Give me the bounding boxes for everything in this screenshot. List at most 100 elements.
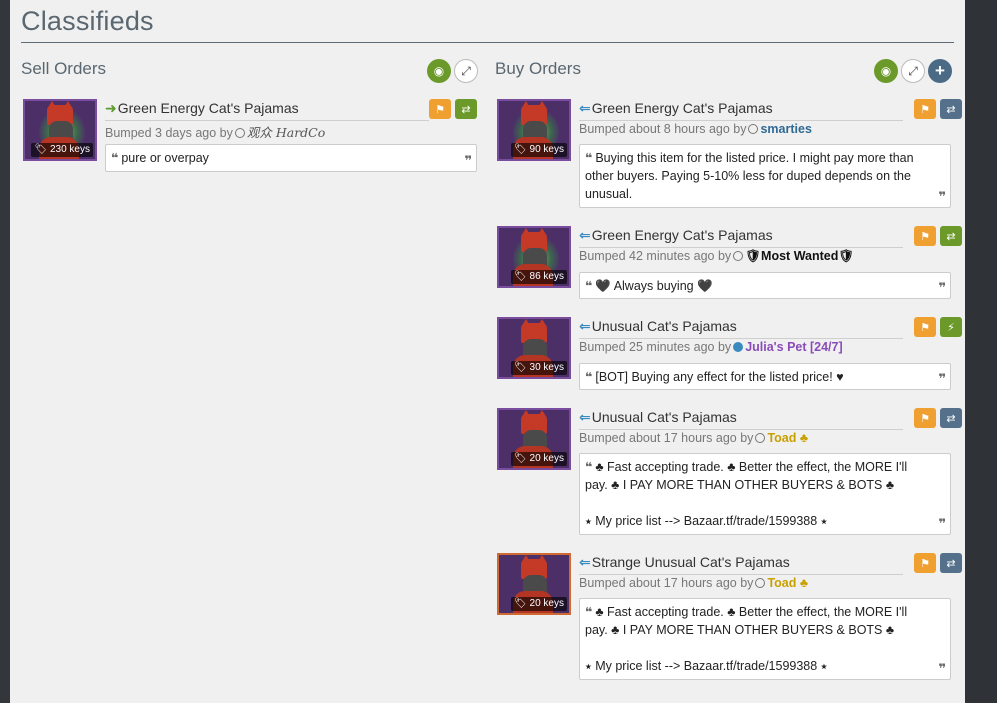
toggle-visibility-sell-button[interactable]: ◉ [427, 59, 451, 83]
tag-icon: 🏷 [514, 144, 527, 155]
expand-icon: ⤢ [461, 63, 471, 78]
trade-button[interactable]: ⇄ [940, 99, 962, 119]
swap-icon: ⇄ [946, 230, 956, 243]
swap-icon: ⇄ [461, 103, 471, 116]
listing-message: ❝ ♣ Fast accepting trade. ♣ Better the ef… [579, 598, 951, 680]
tag-icon: 🏷 [514, 598, 527, 609]
item-title[interactable]: ⇐Green Energy Cat's Pajamas [579, 227, 773, 244]
title-divider [21, 42, 954, 43]
tag-icon: 🏷 [514, 453, 527, 464]
status-dot-icon [748, 124, 759, 134]
bump-info: Bumped about 17 hours ago by Toad ♣ [579, 431, 809, 445]
buy-listing[interactable]: 🏷 86 keys ⇐Green Energy Cat's Pajamas ⚑ … [497, 226, 962, 301]
buy-orders-heading: Buy Orders [495, 59, 581, 78]
item-thumbnail[interactable]: 🏷 90 keys [497, 99, 571, 161]
price-tag: 🏷 30 keys [511, 361, 567, 375]
page-title: Classifieds [21, 6, 154, 36]
quote-close-icon: ❞ [938, 189, 946, 204]
quote-open-icon: ❝ [111, 151, 119, 165]
bump-info: Bumped 25 minutes ago by Julia's Pet [24/… [579, 340, 843, 354]
report-button[interactable]: ⚑ [914, 553, 936, 573]
listing-message: ❝ ♣ Fast accepting trade. ♣ Better the ef… [579, 453, 951, 535]
price-tag: 🏷 86 keys [511, 270, 567, 284]
item-title[interactable]: ⇐Unusual Cat's Pajamas [579, 318, 737, 335]
status-dot-icon [234, 128, 245, 138]
trade-button[interactable]: ⇄ [940, 408, 962, 428]
club-badge-icon: ♣ [799, 431, 809, 445]
trade-button[interactable]: ⇄ [455, 99, 477, 119]
report-button[interactable]: ⚑ [914, 99, 936, 119]
status-dot-icon [755, 433, 766, 443]
bump-info: Bumped about 8 hours ago by smarties [579, 122, 812, 136]
status-dot-icon [733, 342, 744, 352]
item-title[interactable]: ➜Green Energy Cat's Pajamas [105, 100, 299, 117]
quote-close-icon: ❞ [938, 516, 946, 531]
user-link[interactable]: Toad [767, 576, 796, 590]
arrow-left-icon: ⇐ [579, 227, 591, 243]
expand-icon: ⤢ [908, 63, 918, 78]
user-link[interactable]: 观众 HardCo [247, 125, 325, 140]
buy-listing[interactable]: 🏷 20 keys ⇐Strange Unusual Cat's Pajamas… [497, 553, 962, 683]
flag-icon: ⚑ [920, 230, 930, 243]
listing-message: ❝ 🖤 Always buying 🖤 ❞ [579, 272, 951, 299]
tag-icon: 🏷 [514, 271, 527, 282]
bolt-icon: ⚡ [947, 321, 955, 334]
status-dot-icon [755, 578, 766, 588]
listing-message: ❝ pure or overpay ❞ [105, 144, 477, 172]
eye-icon: ◉ [433, 64, 445, 78]
item-title[interactable]: ⇐Unusual Cat's Pajamas [579, 409, 737, 426]
item-thumbnail[interactable]: 🏷 30 keys [497, 317, 571, 379]
bump-info: Bumped about 17 hours ago by Toad ♣ [579, 576, 809, 590]
user-link[interactable]: smarties [760, 122, 811, 136]
bump-info: Bumped 42 minutes ago by 🛡Most Wanted🛡 [579, 249, 855, 263]
price-tag: 🏷 20 keys [511, 597, 567, 611]
tag-icon: 🏷 [34, 144, 48, 155]
price-tag: 🏷 230 keys [31, 143, 93, 157]
expand-buy-button[interactable]: ⤢ [901, 59, 925, 83]
price-tag: 🏷 20 keys [511, 452, 567, 466]
flag-icon: ⚑ [435, 103, 445, 116]
item-title[interactable]: ⇐Green Energy Cat's Pajamas [579, 100, 773, 117]
buy-listing[interactable]: 🏷 30 keys ⇐Unusual Cat's Pajamas ⚑ ⚡ Bum… [497, 317, 962, 392]
quote-close-icon: ❞ [464, 153, 472, 168]
quote-close-icon: ❞ [938, 280, 946, 295]
user-link[interactable]: Toad [767, 431, 796, 445]
report-button[interactable]: ⚑ [914, 317, 936, 337]
tag-icon: 🏷 [514, 362, 527, 373]
club-badge-icon: ♣ [799, 576, 809, 590]
user-link[interactable]: 🛡Most Wanted🛡 [745, 249, 854, 263]
flag-icon: ⚑ [920, 557, 930, 570]
item-title[interactable]: ⇐Strange Unusual Cat's Pajamas [579, 554, 790, 571]
quote-open-icon: ❝ [585, 370, 593, 384]
quote-open-icon: ❝ [585, 279, 593, 293]
item-thumbnail[interactable]: 🏷 230 keys [23, 99, 97, 161]
add-buy-order-button[interactable]: + [928, 59, 952, 83]
left-background [0, 0, 10, 703]
report-button[interactable]: ⚑ [429, 99, 451, 119]
user-link[interactable]: Julia's Pet [24/7] [745, 340, 842, 354]
swap-icon: ⇄ [946, 412, 956, 425]
item-thumbnail[interactable]: 🏷 20 keys [497, 408, 571, 470]
trade-button[interactable]: ⇄ [940, 226, 962, 246]
swap-icon: ⇄ [946, 103, 956, 116]
item-thumbnail[interactable]: 🏷 86 keys [497, 226, 571, 288]
sell-orders-heading: Sell Orders [21, 59, 107, 78]
report-button[interactable]: ⚑ [914, 408, 936, 428]
flag-icon: ⚑ [920, 412, 930, 425]
bump-info: Bumped 3 days ago by 观众 HardCo [105, 125, 326, 140]
price-tag: 🏷 90 keys [511, 143, 567, 157]
arrow-left-icon: ⇐ [579, 100, 591, 116]
plus-icon: + [935, 61, 945, 80]
trade-button[interactable]: ⇄ [940, 553, 962, 573]
arrow-left-icon: ⇐ [579, 409, 591, 425]
buy-listing[interactable]: 🏷 20 keys ⇐Unusual Cat's Pajamas ⚑ ⇄ Bum… [497, 408, 962, 538]
item-thumbnail[interactable]: 🏷 20 keys [497, 553, 571, 615]
report-button[interactable]: ⚑ [914, 226, 936, 246]
quote-open-icon: ❝ [585, 460, 593, 474]
flag-icon: ⚑ [920, 321, 930, 334]
toggle-visibility-buy-button[interactable]: ◉ [874, 59, 898, 83]
buy-listing[interactable]: 🏷 90 keys ⇐Green Energy Cat's Pajamas ⚑ … [497, 99, 962, 209]
instant-trade-button[interactable]: ⚡ [940, 317, 962, 337]
sell-listing[interactable]: 🏷 230 keys ➜Green Energy Cat's Pajamas ⚑… [23, 99, 479, 174]
expand-sell-button[interactable]: ⤢ [454, 59, 478, 83]
